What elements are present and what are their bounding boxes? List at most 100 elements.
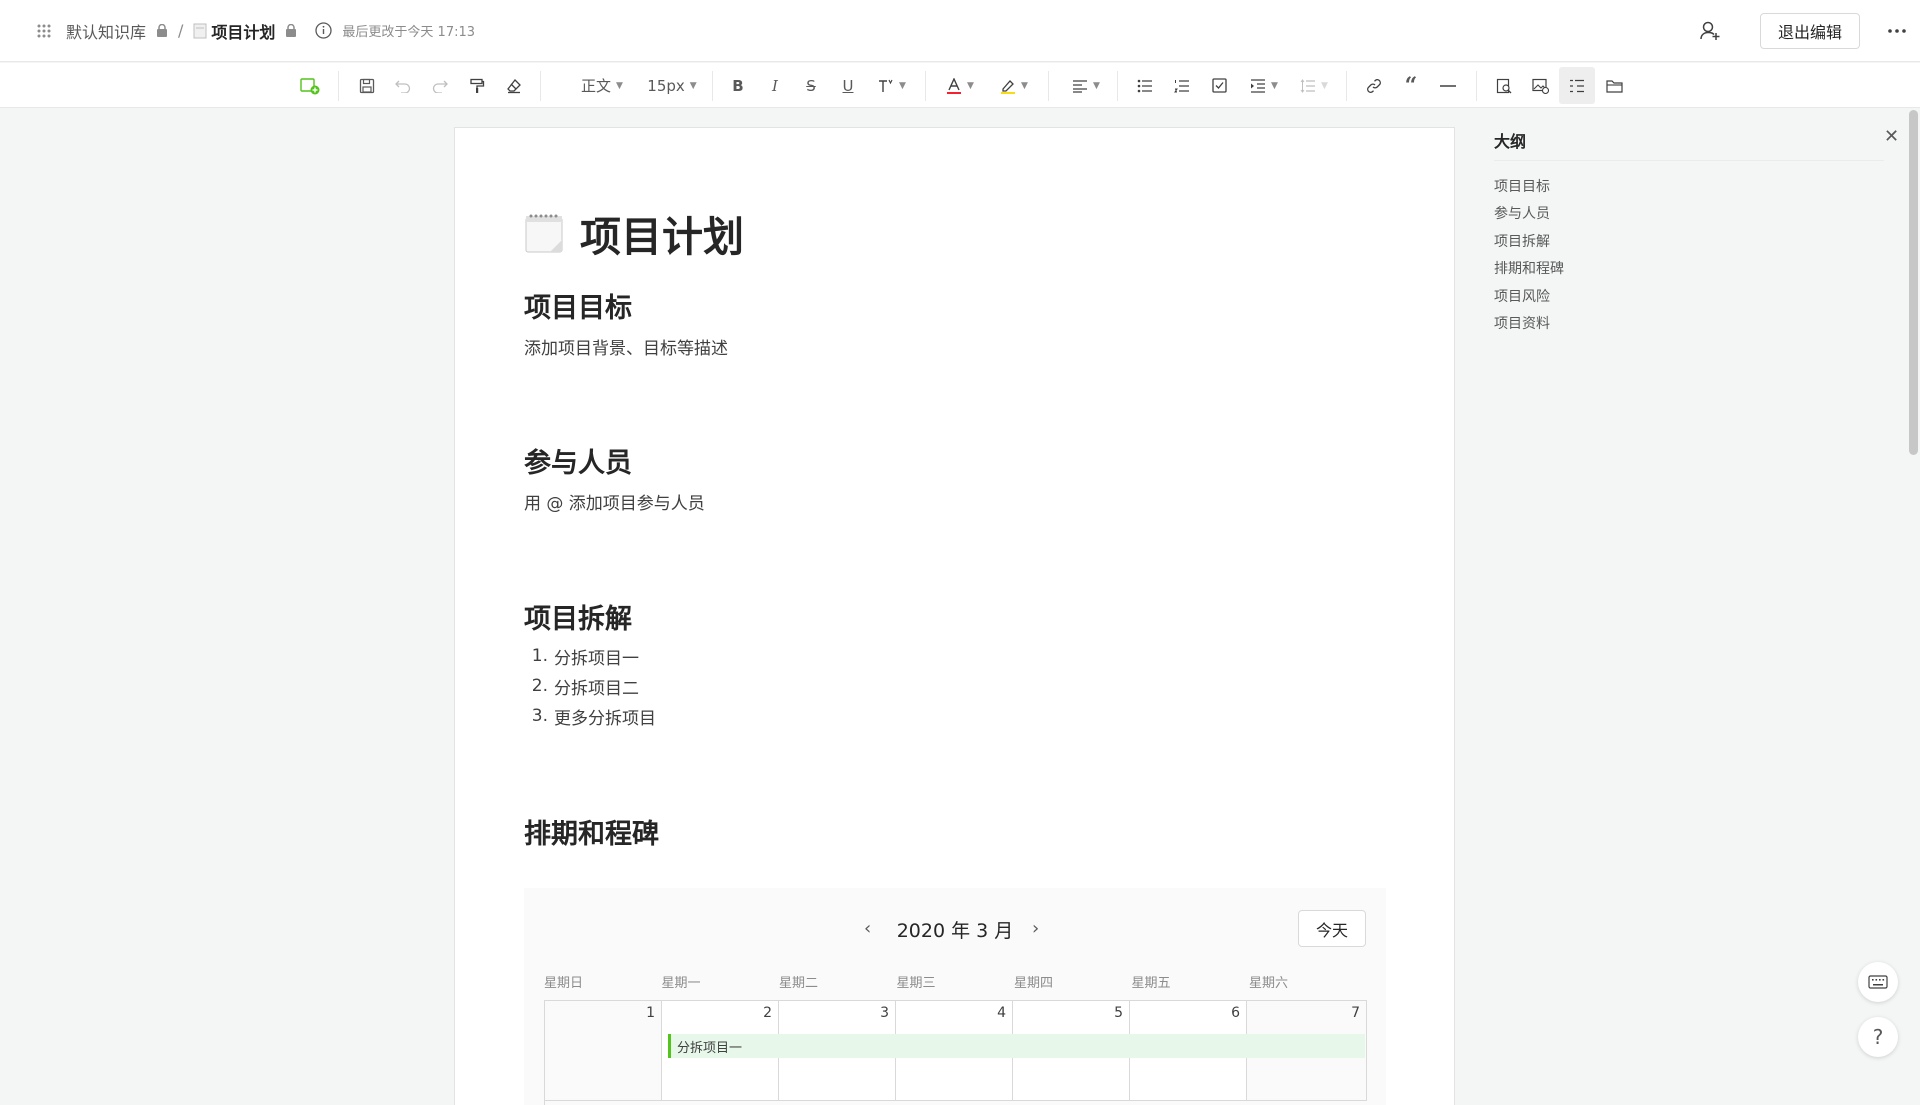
outline-item[interactable]: 项目风险 — [1494, 286, 1550, 306]
weekday-label: 星期一 — [661, 976, 701, 991]
font-color-icon[interactable]: ▼ — [940, 63, 980, 108]
calendar-day-number: 4 — [997, 1005, 1006, 1021]
goal-description[interactable]: 添加项目背景、目标等描述 — [524, 334, 728, 359]
add-collaborator-icon[interactable] — [1690, 11, 1730, 51]
outline-item[interactable]: 项目目标 — [1494, 176, 1550, 196]
highlight-color-icon[interactable]: ▼ — [994, 63, 1034, 108]
heading-breakdown[interactable]: 项目拆解 — [524, 597, 632, 636]
format-painter-icon[interactable] — [465, 63, 489, 108]
close-icon[interactable]: ✕ — [1884, 126, 1899, 147]
lock-icon — [285, 24, 297, 37]
lock-icon — [156, 24, 168, 37]
redo-icon[interactable] — [428, 63, 452, 108]
help-button[interactable]: ? — [1858, 1017, 1898, 1057]
undo-icon[interactable] — [391, 63, 415, 108]
keyboard-icon — [1868, 975, 1888, 989]
calendar-month-title: 2020 年 3 月 — [896, 920, 1014, 942]
bullet-list-icon[interactable] — [1133, 63, 1157, 108]
calendar-event[interactable]: 分拆项目一 — [668, 1034, 1365, 1058]
link-icon[interactable] — [1362, 63, 1386, 108]
find-replace-icon[interactable] — [1492, 63, 1516, 108]
list-item[interactable]: 3. 更多分拆项目 — [524, 701, 656, 731]
list-number: 2. — [531, 676, 548, 696]
insert-image-icon[interactable] — [1528, 63, 1552, 108]
line-spacing-icon[interactable]: ▼ — [1294, 63, 1334, 108]
new-doc-icon[interactable] — [298, 63, 322, 108]
paragraph-style-select[interactable]: 正文 ▼ — [572, 63, 632, 108]
toolbar-divider — [338, 71, 339, 101]
underline-icon[interactable]: U — [836, 63, 860, 108]
chevron-down-icon: ▼ — [1321, 80, 1328, 91]
exit-edit-button[interactable]: 退出编辑 — [1760, 13, 1860, 49]
font-size-value: 15px — [647, 76, 685, 95]
more-options-icon[interactable] — [1882, 16, 1912, 46]
heading-members[interactable]: 参与人员 — [524, 441, 632, 480]
list-item[interactable]: 1. 分拆项目一 — [524, 641, 656, 671]
text-size-icon[interactable]: ▼ — [873, 63, 911, 108]
list-item-text: 分拆项目一 — [554, 648, 639, 669]
doc-title-link[interactable]: 项目计划 — [211, 19, 275, 43]
chevron-down-icon: ▼ — [1021, 80, 1028, 91]
outline-title: 大纲 — [1494, 132, 1527, 151]
bold-icon[interactable]: B — [726, 63, 750, 108]
calendar-day-cell[interactable]: 1 — [545, 1001, 662, 1101]
list-item-text: 分拆项目二 — [554, 678, 639, 699]
keyboard-shortcuts-button[interactable] — [1858, 962, 1898, 1002]
outline-item[interactable]: 排期和程碑 — [1494, 258, 1564, 278]
indent-icon[interactable]: ▼ — [1244, 63, 1284, 108]
clear-format-icon[interactable] — [502, 63, 526, 108]
align-icon[interactable]: ▼ — [1066, 63, 1106, 108]
outline-item[interactable]: 参与人员 — [1494, 203, 1550, 223]
toolbar-divider — [540, 71, 541, 101]
today-button[interactable]: 今天 — [1298, 910, 1366, 947]
checklist-icon[interactable] — [1207, 63, 1231, 108]
ordered-list-icon[interactable] — [1170, 63, 1194, 108]
weekday-label: 星期三 — [896, 976, 936, 991]
quote-icon[interactable]: “ — [1399, 63, 1423, 108]
chevron-down-icon: ▼ — [1093, 80, 1100, 91]
italic-icon[interactable]: I — [763, 63, 787, 108]
horizontal-rule-icon[interactable] — [1436, 63, 1460, 108]
outline-toggle-icon[interactable] — [1559, 67, 1595, 104]
last-modified-text: 最后更改于今天 17:13 — [342, 25, 476, 40]
chevron-right-icon[interactable]: › — [1032, 918, 1039, 939]
apps-grid-icon[interactable] — [34, 21, 54, 41]
weekday-label: 星期二 — [779, 976, 819, 991]
calendar-grid: 1 2 3 4 5 6 7 分拆项目一 — [544, 1000, 1367, 1105]
toolbar-divider — [712, 71, 713, 101]
list-number: 3. — [531, 706, 548, 726]
outline-item[interactable]: 项目资料 — [1494, 313, 1550, 333]
library-link[interactable]: 默认知识库 — [66, 19, 146, 43]
outline-divider — [1494, 160, 1884, 161]
notepad-icon — [524, 212, 564, 254]
toolbar-divider — [1476, 71, 1477, 101]
attachment-folder-icon[interactable] — [1602, 63, 1626, 108]
chevron-down-icon: ▼ — [899, 80, 906, 91]
chevron-down-icon: ▼ — [967, 80, 974, 91]
heading-goal[interactable]: 项目目标 — [524, 286, 632, 325]
toolbar-divider — [925, 71, 926, 101]
calendar-day-number: 7 — [1351, 1005, 1360, 1021]
calendar-day-number: 6 — [1231, 1005, 1240, 1021]
document-title[interactable]: 项目计划 — [524, 203, 744, 263]
weekday-label: 星期六 — [1249, 976, 1289, 991]
list-item[interactable]: 2. 分拆项目二 — [524, 671, 656, 701]
document-page[interactable]: 项目计划 项目目标 添加项目背景、目标等描述 参与人员 用 @ 添加项目参与人员… — [454, 127, 1455, 1105]
calendar-weekday-header: 星期日 星期一 星期二 星期三 星期四 星期五 星期六 — [544, 972, 1367, 991]
strikethrough-icon[interactable]: S — [799, 63, 823, 108]
members-description[interactable]: 用 @ 添加项目参与人员 — [524, 489, 705, 514]
weekday-label: 星期五 — [1131, 976, 1171, 991]
toolbar-divider — [1048, 71, 1049, 101]
font-size-select[interactable]: 15px ▼ — [644, 63, 700, 108]
toolbar-divider — [1346, 71, 1347, 101]
info-icon[interactable] — [315, 22, 333, 39]
heading-schedule[interactable]: 排期和程碑 — [524, 812, 659, 851]
calendar-day-number: 1 — [646, 1005, 655, 1021]
scrollbar-thumb[interactable] — [1909, 110, 1918, 455]
save-icon[interactable] — [355, 63, 379, 108]
top-header: 默认知识库 / 项目计划 最后更改于今天 17:13 退出编辑 — [0, 0, 1920, 62]
calendar-day-number: 3 — [880, 1005, 889, 1021]
calendar-day-number: 5 — [1114, 1005, 1123, 1021]
outline-item[interactable]: 项目拆解 — [1494, 231, 1550, 251]
breadcrumb-separator: / — [178, 21, 184, 40]
